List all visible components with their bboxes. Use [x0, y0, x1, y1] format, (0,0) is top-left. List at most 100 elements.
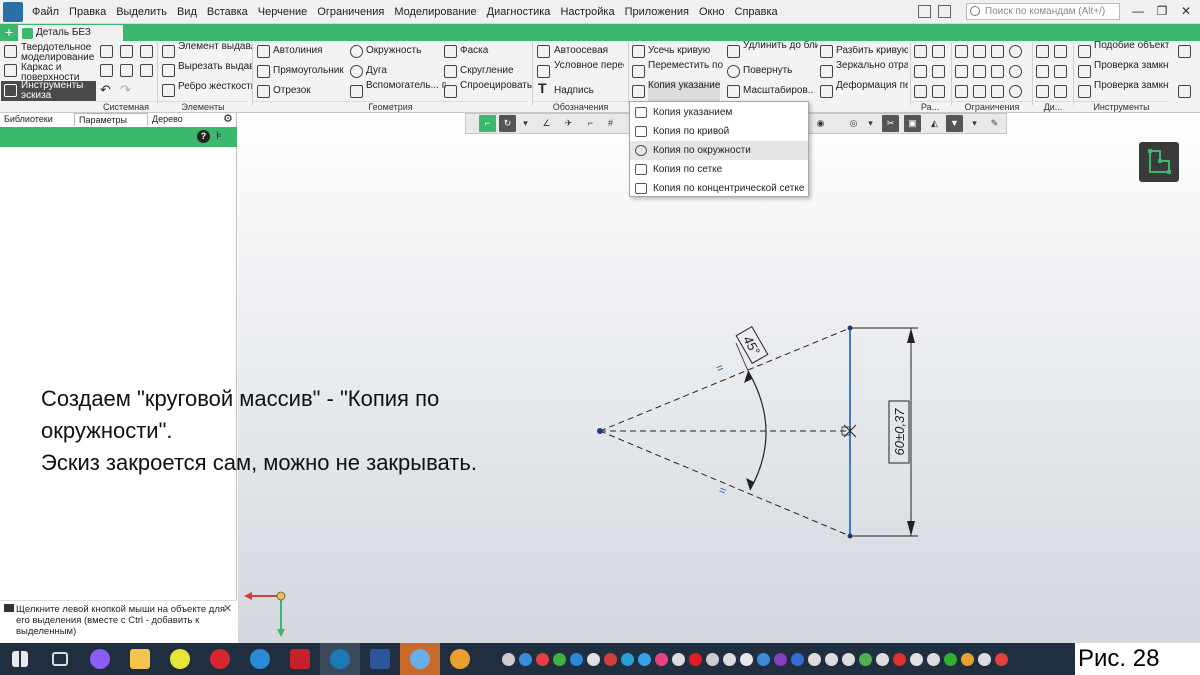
ribbon-settings-icon[interactable]	[1178, 45, 1191, 58]
menu-edit[interactable]: Правка	[64, 0, 111, 24]
help-icon[interactable]: ?	[197, 130, 210, 143]
rib-button[interactable]: Ребро жесткости	[178, 82, 253, 102]
tray-app-icon[interactable]	[961, 652, 974, 666]
onenote-icon[interactable]	[774, 652, 787, 666]
constraint-perpendicular-icon[interactable]	[991, 45, 1004, 58]
new-file-icon[interactable]	[100, 45, 113, 58]
edge-icon[interactable]	[240, 643, 280, 675]
opera-icon[interactable]	[200, 643, 240, 675]
constraint-radius-icon[interactable]	[1009, 85, 1022, 98]
tray-app-icon[interactable]	[706, 652, 719, 666]
people-icon[interactable]	[502, 652, 515, 666]
tray-app-icon[interactable]	[672, 652, 685, 666]
autoline-button[interactable]: Автолиния	[273, 46, 348, 56]
equal-constraint-upper[interactable]: =	[714, 360, 726, 376]
tray-app-icon[interactable]	[944, 652, 957, 666]
battery-icon[interactable]	[808, 652, 821, 666]
close-icon[interactable]: ✕	[223, 602, 232, 615]
save-all-icon[interactable]	[140, 64, 153, 77]
menu-applications[interactable]: Приложения	[620, 0, 694, 24]
trim-button[interactable]: Усечь кривую	[648, 46, 726, 56]
tab-tree[interactable]: Дерево	[148, 113, 222, 126]
menu-window[interactable]: Окно	[694, 0, 730, 24]
tray-app-icon[interactable]	[910, 652, 923, 666]
closure-check-button[interactable]: Проверка замкнутос...	[1094, 61, 1169, 81]
mail-icon[interactable]	[400, 643, 440, 675]
save-icon[interactable]	[140, 45, 153, 58]
corner-icon[interactable]	[914, 85, 927, 98]
menu-insert[interactable]: Вставка	[202, 0, 253, 24]
assistant-icon[interactable]	[80, 643, 120, 675]
tray-app-icon[interactable]	[893, 652, 906, 666]
redo-icon[interactable]: ↷	[120, 85, 131, 95]
minimize-icon[interactable]: —	[1128, 3, 1148, 19]
close-icon[interactable]: ✕	[1176, 3, 1196, 19]
dimension-auto-icon[interactable]	[1054, 45, 1067, 58]
centerline-button[interactable]: Автоосевая	[554, 46, 624, 56]
pen-icon[interactable]	[825, 652, 838, 666]
add-tab-icon[interactable]: +	[2, 25, 16, 40]
tray-app-icon[interactable]	[604, 652, 617, 666]
cut-extrude-button[interactable]: Вырезать выдавливанием	[178, 62, 253, 82]
tray-app-icon[interactable]	[553, 652, 566, 666]
pdf-icon[interactable]	[689, 652, 702, 666]
tray-app-icon[interactable]	[638, 652, 651, 666]
split-curve-button[interactable]: Разбить кривую	[836, 46, 908, 56]
deform-button[interactable]: Деформация перемещением	[836, 81, 908, 101]
constraint-parallel-icon[interactable]	[973, 45, 986, 58]
extrude-button[interactable]: Элемент выдавливания	[178, 42, 253, 62]
dimension-radial-icon[interactable]	[1054, 65, 1067, 78]
project-button[interactable]: Спроецировать объект	[460, 81, 532, 101]
menu-constraints[interactable]: Ограничения	[312, 0, 389, 24]
open-icon[interactable]	[120, 45, 133, 58]
tray-app-icon[interactable]	[978, 652, 991, 666]
constraint-collinear-icon[interactable]	[955, 65, 968, 78]
tray-app-icon[interactable]	[655, 652, 668, 666]
construction-line-upper[interactable]	[599, 327, 851, 432]
extend-button[interactable]: Удлинить до ближайшего о...	[743, 41, 818, 61]
menu-modeling[interactable]: Моделирование	[389, 0, 481, 24]
dimension-diameter-icon[interactable]	[1054, 85, 1067, 98]
tray-app-icon[interactable]	[536, 652, 549, 666]
constraint-horizontal-icon[interactable]	[991, 65, 1004, 78]
volume-icon[interactable]	[927, 652, 940, 666]
closure-check-2-button[interactable]: Проверка замкнутос...	[1094, 81, 1169, 101]
wifi-icon[interactable]	[842, 652, 855, 666]
tray-app-icon[interactable]	[519, 652, 532, 666]
task-view-icon[interactable]	[40, 643, 80, 675]
tray-app-icon[interactable]	[570, 652, 583, 666]
aux-line-button[interactable]: Вспомогатель... прямая	[366, 81, 446, 101]
chamfer-button[interactable]: Фаска	[460, 46, 530, 56]
constraint-fix-icon[interactable]	[955, 45, 968, 58]
rectangle-button[interactable]: Прямоугольник	[273, 66, 348, 76]
hatch-icon[interactable]	[914, 65, 927, 78]
start-icon[interactable]	[0, 643, 40, 675]
panel-toggle-icon[interactable]	[938, 5, 951, 18]
point-icon[interactable]	[914, 45, 927, 58]
menu-diagnostics[interactable]: Диагностика	[482, 0, 556, 24]
label-button[interactable]: Надпись	[554, 86, 624, 96]
equal-constraint-lower[interactable]: =	[717, 483, 729, 499]
undo-icon[interactable]: ↶	[100, 85, 111, 95]
usb-icon[interactable]	[723, 652, 736, 666]
constraint-tangent-icon[interactable]	[1009, 45, 1022, 58]
bluetooth-icon[interactable]	[791, 652, 804, 666]
intersection-button[interactable]: Условное пересечение	[554, 61, 624, 81]
document-tab[interactable]: Деталь БЕЗ ИМЕНИ4	[18, 25, 123, 54]
layout-icon[interactable]	[918, 5, 931, 18]
constraint-equal-icon[interactable]	[973, 85, 986, 98]
menu-file[interactable]: Файл	[27, 0, 64, 24]
center-point[interactable]	[597, 428, 603, 434]
panel-settings-icon[interactable]: ⚙	[223, 113, 233, 126]
tab-parameters[interactable]: Параметры	[74, 113, 148, 126]
print-preview-icon[interactable]	[120, 64, 133, 77]
tree-view-icon[interactable]: ⊧	[216, 130, 228, 143]
constraint-concentric-icon[interactable]	[1009, 65, 1022, 78]
kompas-icon[interactable]	[320, 643, 360, 675]
tray-app-icon[interactable]	[740, 652, 753, 666]
arc-button[interactable]: Дуга	[366, 66, 446, 76]
tray-app-icon[interactable]	[995, 652, 1008, 666]
triangle-icon[interactable]	[932, 85, 945, 98]
rotate-button[interactable]: Повернуть	[743, 66, 818, 76]
menu-help[interactable]: Справка	[730, 0, 783, 24]
